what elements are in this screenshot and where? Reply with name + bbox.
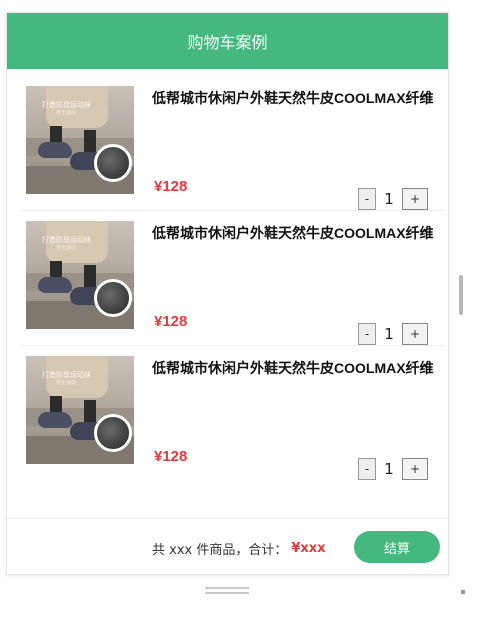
quantity-value: 1 [384, 190, 394, 208]
product-image[interactable]: 打造防臭运动袜 男士运动 [26, 356, 134, 464]
decrease-button[interactable]: - [358, 323, 376, 345]
quantity-stepper: - 1 + [358, 323, 428, 345]
quantity-stepper: - 1 + [358, 458, 428, 480]
quantity-stepper: - 1 + [358, 188, 428, 210]
decrease-button[interactable]: - [358, 458, 376, 480]
quantity-value: 1 [384, 325, 394, 343]
cart-item: 打造防臭运动袜 男士运动 低帮城市休闲户外鞋天然牛皮COOLMAX纤维 ¥128… [26, 86, 440, 210]
cart-panel: 购物车案例 打造防臭运动袜 男士运动 低帮城市休闲户外鞋天然牛皮COOLMAX纤… [6, 12, 449, 575]
decrease-button[interactable]: - [358, 188, 376, 210]
product-price: ¥128 [154, 313, 188, 330]
product-title[interactable]: 低帮城市休闲户外鞋天然牛皮COOLMAX纤维 [152, 223, 437, 243]
product-price: ¥128 [154, 178, 188, 195]
image-watermark-sub: 男士运动 [56, 245, 77, 251]
image-watermark-sub: 男士运动 [56, 380, 77, 386]
quantity-value: 1 [384, 460, 394, 478]
summary-text: 共 xxx 件商品，合计： [152, 543, 288, 558]
checkout-button[interactable]: 结算 [354, 531, 440, 563]
product-price: ¥128 [154, 448, 188, 465]
cart-footer: 共 xxx 件商品，合计： ¥xxx 结算 [7, 518, 448, 574]
cart-item: 打造防臭运动袜 男士运动 低帮城市休闲户外鞋天然牛皮COOLMAX纤维 ¥128… [26, 356, 440, 480]
product-title[interactable]: 低帮城市休闲户外鞋天然牛皮COOLMAX纤维 [152, 358, 437, 378]
divider [21, 210, 445, 211]
corner-grip-icon [461, 590, 465, 594]
image-watermark-sub: 男士运动 [56, 110, 77, 116]
total-price: ¥xxx [291, 541, 326, 556]
increase-button[interactable]: + [402, 458, 428, 480]
cart-item: 打造防臭运动袜 男士运动 低帮城市休闲户外鞋天然牛皮COOLMAX纤维 ¥128… [26, 221, 440, 345]
scrollbar-thumb[interactable] [459, 275, 463, 315]
resize-handle[interactable] [205, 587, 249, 595]
increase-button[interactable]: + [402, 323, 428, 345]
product-title[interactable]: 低帮城市休闲户外鞋天然牛皮COOLMAX纤维 [152, 88, 437, 108]
divider [21, 345, 445, 346]
increase-button[interactable]: + [402, 188, 428, 210]
cart-summary: 共 xxx 件商品，合计： ¥xxx [152, 539, 326, 558]
product-image[interactable]: 打造防臭运动袜 男士运动 [26, 221, 134, 329]
header-bar: 购物车案例 [7, 13, 448, 69]
product-image[interactable]: 打造防臭运动袜 男士运动 [26, 86, 134, 194]
page-title: 购物车案例 [187, 33, 268, 52]
